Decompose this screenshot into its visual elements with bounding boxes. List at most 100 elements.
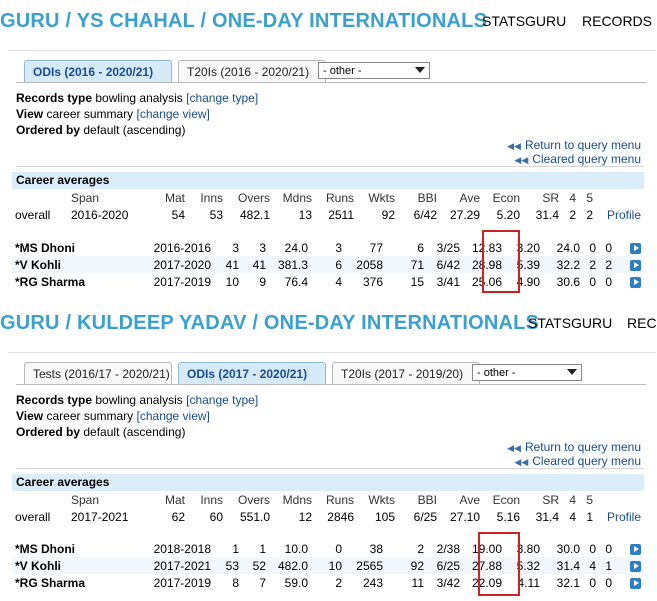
- tab-tests[interactable]: Tests (2016/17 - 2020/21): [24, 362, 172, 384]
- table-cell: 41: [214, 256, 242, 273]
- return-query-link[interactable]: ◀◀ Return to query menu: [507, 441, 641, 455]
- col-4w[interactable]: 4: [562, 189, 579, 206]
- col-blank: [12, 491, 68, 508]
- tab-odis[interactable]: ODIs (2016 - 2020/21): [24, 60, 172, 82]
- change-view-link[interactable]: [change view]: [137, 107, 210, 121]
- table-row: *MS Dhoni 2016-2016 3 3 24.0 3 77 6 3/25…: [12, 239, 644, 256]
- table-cell: 482.1: [239, 207, 270, 222]
- col-span[interactable]: Span: [68, 491, 138, 508]
- records-type-value: bowling analysis: [95, 91, 183, 105]
- col-wkts[interactable]: Wkts: [357, 189, 398, 206]
- table-cell: 15: [410, 274, 424, 289]
- player-name[interactable]: *RG Sharma: [12, 273, 138, 290]
- col-inns[interactable]: Inns: [188, 189, 226, 206]
- profile-link[interactable]: Profile: [596, 508, 644, 525]
- col-mdns[interactable]: Mdns: [273, 189, 315, 206]
- chevron-down-icon: [567, 369, 577, 375]
- nav-records[interactable]: RECORDS: [582, 13, 652, 29]
- player-name[interactable]: *V Kohli: [12, 557, 138, 574]
- col-inns[interactable]: Inns: [188, 491, 226, 508]
- change-type-link[interactable]: [change type]: [186, 393, 258, 407]
- play-button[interactable]: [615, 557, 644, 574]
- table-cell: overall: [15, 207, 51, 222]
- table-cell: 3: [259, 240, 266, 255]
- other-select[interactable]: - other -: [318, 62, 430, 79]
- table-cell: 3/25: [436, 240, 460, 255]
- change-view-link[interactable]: [change view]: [137, 409, 210, 423]
- nav-records[interactable]: RECO: [627, 315, 657, 331]
- table-cell: 482.0: [269, 557, 311, 574]
- col-econ[interactable]: Econ: [483, 491, 523, 508]
- player-name[interactable]: *V Kohli: [12, 256, 138, 273]
- ordered-line: Ordered by default (ascending): [16, 425, 185, 439]
- play-button[interactable]: [615, 256, 644, 273]
- col-runs[interactable]: Runs: [315, 491, 357, 508]
- table-row: *V Kohli 2017-2021 53 52 482.0 10 2565 9…: [12, 557, 644, 574]
- nav-statsguru[interactable]: STATSGURU: [482, 13, 566, 29]
- view-value: career summary: [46, 107, 134, 121]
- table-row: *MS Dhoni 2018-2018 1 1 10.0 0 38 2 2/38…: [12, 540, 644, 557]
- col-runs[interactable]: Runs: [315, 189, 357, 206]
- col-econ[interactable]: Econ: [483, 189, 523, 206]
- col-5w[interactable]: 5: [579, 491, 596, 508]
- col-overs[interactable]: Overs: [226, 491, 273, 508]
- rewind-icon: ◀◀: [514, 457, 529, 467]
- table-cell: 2565: [345, 557, 386, 574]
- col-ave[interactable]: Ave: [440, 491, 483, 508]
- play-button[interactable]: [615, 540, 644, 557]
- player-name[interactable]: *MS Dhoni: [12, 540, 138, 557]
- table-cell: 2017-2021: [138, 557, 214, 574]
- table-cell: 30.6: [556, 274, 580, 289]
- tab-t20is[interactable]: T20Is (2016 - 2020/21): [178, 60, 326, 82]
- change-type-link[interactable]: [change type]: [186, 91, 258, 105]
- play-button[interactable]: [615, 273, 644, 290]
- divider: [16, 468, 644, 469]
- other-select[interactable]: - other -: [472, 364, 582, 381]
- table-cell: 1: [232, 541, 239, 556]
- table-cell: 52: [242, 557, 269, 574]
- col-span[interactable]: Span: [68, 189, 138, 206]
- col-5w[interactable]: 5: [579, 189, 596, 206]
- col-sr[interactable]: SR: [523, 491, 562, 508]
- table-cell: 3/41: [436, 274, 460, 289]
- table-cell: 62: [171, 509, 185, 524]
- career-table: Span Mat Inns Overs Mdns Runs Wkts BBI A…: [12, 491, 644, 525]
- play-button[interactable]: [615, 574, 644, 591]
- return-query-link[interactable]: ◀◀ Return to query menu: [507, 139, 641, 153]
- table-cell: 105: [374, 509, 395, 524]
- cleared-query-link[interactable]: ◀◀ Cleared query menu: [507, 153, 641, 167]
- play-button[interactable]: [615, 239, 644, 256]
- col-sr[interactable]: SR: [523, 189, 562, 206]
- col-bbi[interactable]: BBI: [398, 491, 440, 508]
- col-bbi[interactable]: BBI: [398, 189, 440, 206]
- col-overs[interactable]: Overs: [226, 189, 273, 206]
- table-cell: 1: [599, 557, 615, 574]
- chevron-down-icon: [415, 67, 425, 73]
- col-mat[interactable]: Mat: [138, 491, 188, 508]
- tab-odis[interactable]: ODIs (2017 - 2020/21): [178, 362, 326, 384]
- rewind-icon: ◀◀: [507, 443, 521, 453]
- col-blank: [12, 189, 68, 206]
- player-name[interactable]: *MS Dhoni: [12, 239, 138, 256]
- divider: [16, 166, 644, 167]
- table-cell: 0: [589, 541, 596, 556]
- table-cell: 2: [583, 256, 599, 273]
- panel-divider: [8, 50, 656, 51]
- cleared-query-link[interactable]: ◀◀ Cleared query menu: [507, 455, 641, 469]
- player-name[interactable]: *RG Sharma: [12, 574, 138, 591]
- profile-link[interactable]: Profile: [596, 206, 644, 223]
- table-cell: 24.0: [284, 240, 308, 255]
- table-cell: 2: [599, 256, 615, 273]
- tab-t20is[interactable]: T20Is (2017 - 2019/20): [332, 362, 480, 384]
- col-mat[interactable]: Mat: [138, 189, 188, 206]
- table-cell: 551.0: [239, 509, 270, 524]
- col-4w[interactable]: 4: [562, 491, 579, 508]
- table-cell: 2: [335, 575, 342, 590]
- col-wkts[interactable]: Wkts: [357, 491, 398, 508]
- cleared-query-text: Cleared query menu: [532, 152, 641, 166]
- view-label: View: [16, 409, 44, 423]
- table-cell: 6/42: [413, 207, 437, 222]
- col-mdns[interactable]: Mdns: [273, 491, 315, 508]
- col-ave[interactable]: Ave: [440, 189, 483, 206]
- nav-statsguru[interactable]: STATSGURU: [528, 315, 612, 331]
